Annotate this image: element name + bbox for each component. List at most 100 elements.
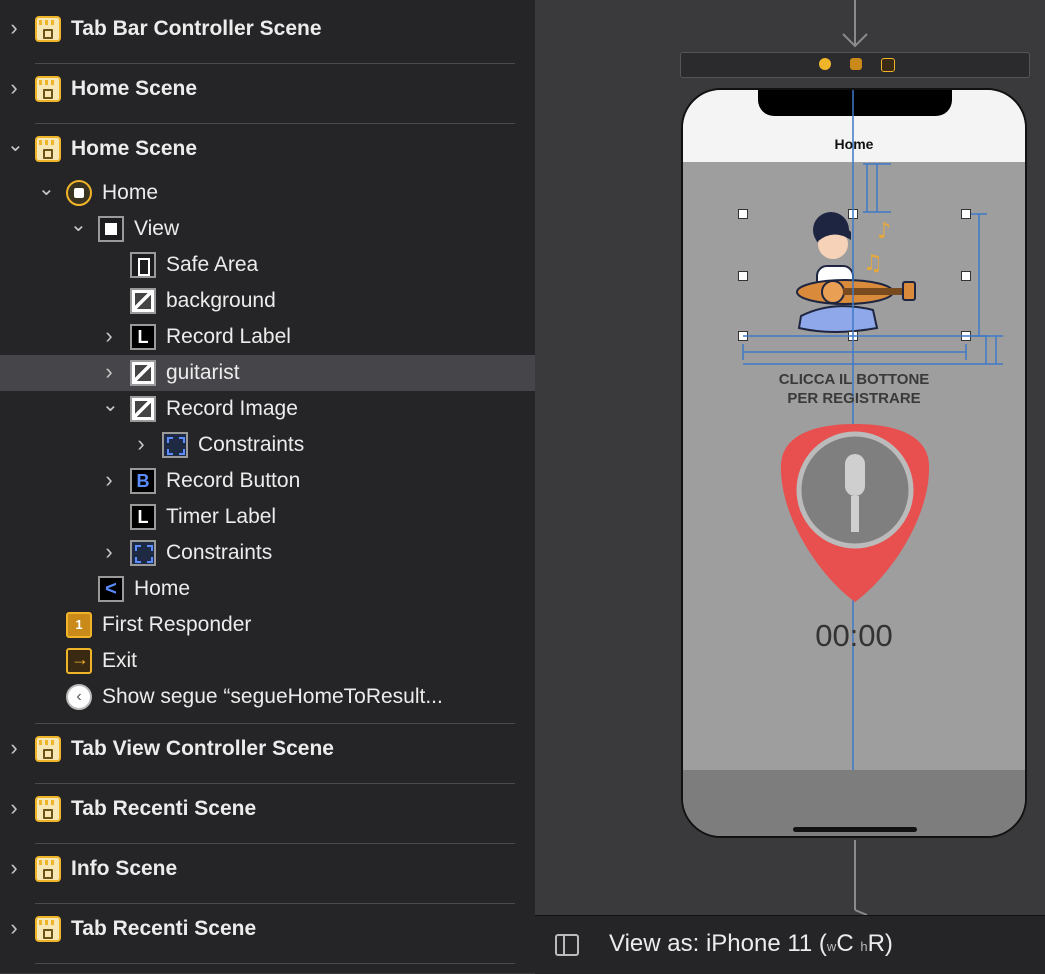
first-responder-icon[interactable] <box>850 58 862 70</box>
scene-icon <box>35 76 61 102</box>
scene-icon <box>35 856 61 882</box>
outline-item[interactable]: ⌄ Home <box>0 175 535 211</box>
toggle-outline-icon[interactable] <box>555 934 579 956</box>
view-icon <box>98 216 124 242</box>
view-as-prefix: View as: iPhone 11 ( <box>609 930 827 957</box>
storyboard-canvas[interactable]: Home ♪ ♫ CLICCA IL BOTTONE PER REGISTRAR… <box>535 0 1045 915</box>
outline-item[interactable]: Exit <box>0 643 535 679</box>
chevron-right-icon[interactable]: › <box>7 17 21 39</box>
outline-item[interactable]: › Tab View Controller Scene <box>0 724 535 774</box>
label-icon: L <box>130 504 156 530</box>
outline-item[interactable]: background <box>0 283 535 319</box>
outline-item-label: Record Button <box>166 469 301 492</box>
height-class-value: R <box>867 930 885 957</box>
chevron-right-icon[interactable]: › <box>102 541 116 563</box>
exit-icon <box>66 648 92 674</box>
outline-separator <box>35 723 515 724</box>
outline-item-label: Home <box>134 577 191 600</box>
scene-icon <box>35 736 61 762</box>
chevron-right-icon[interactable]: › <box>7 737 21 759</box>
outline-item[interactable]: › Tab Recenti Scene <box>0 784 535 834</box>
view-controller-icon <box>66 180 92 206</box>
chevron-down-icon[interactable]: ⌄ <box>38 179 55 200</box>
outline-item[interactable]: ⌄ Record Image <box>0 391 535 427</box>
height-class-label: h <box>860 939 868 954</box>
record-label[interactable]: CLICCA IL BOTTONE PER REGISTRARE <box>683 370 1025 408</box>
label-icon: L <box>130 324 156 350</box>
outline-item[interactable]: › Constraints <box>0 535 535 571</box>
exit-icon[interactable] <box>881 58 895 72</box>
button-icon: B <box>130 468 156 494</box>
outline-item-label: First Responder <box>102 613 252 636</box>
outline-item-label: Timer Label <box>166 505 277 528</box>
outline-item-label: Home Scene <box>71 137 198 160</box>
chevron-right-icon[interactable]: › <box>7 797 21 819</box>
chevron-right-icon[interactable]: › <box>7 917 21 939</box>
outline-item[interactable]: › L Record Label <box>0 319 535 355</box>
outline-item[interactable]: › Tab Recenti Scene <box>0 904 535 954</box>
outline-item-label: Info Scene <box>71 857 178 880</box>
constraints-icon <box>162 432 188 458</box>
outline-item-label: Safe Area <box>166 253 259 276</box>
outline-item-label: Home <box>102 181 159 204</box>
record-button[interactable] <box>777 424 933 604</box>
width-class-label: w <box>826 939 837 954</box>
segue-icon: ‹ <box>66 684 92 710</box>
chevron-right-icon[interactable]: › <box>102 325 116 347</box>
outline-item-label: Exit <box>102 649 138 672</box>
first-responder-icon: 1 <box>66 612 92 638</box>
canvas-bottom-bar: View as: iPhone 11 (wC hR) <box>535 915 1045 974</box>
chevron-right-icon[interactable]: › <box>7 77 21 99</box>
scene-icon <box>35 916 61 942</box>
outline-item-label: View <box>134 217 180 240</box>
outline-item[interactable]: › Info Scene <box>0 844 535 894</box>
image-view-icon <box>130 360 156 386</box>
scene-dock[interactable] <box>680 52 1030 78</box>
image-view-icon <box>130 396 156 422</box>
outline-item-label: Tab Bar Controller Scene <box>71 17 322 40</box>
scene-icon <box>35 16 61 42</box>
tab-bar[interactable] <box>683 770 1025 836</box>
outline-item[interactable]: › Home Scene <box>0 64 535 114</box>
outline-item[interactable]: › guitarist <box>0 355 535 391</box>
home-indicator <box>793 827 917 832</box>
chevron-down-icon[interactable]: ⌄ <box>102 395 119 416</box>
outline-item[interactable]: › Tab Bar Controller Scene <box>0 4 535 54</box>
outline-item-label: Home Scene <box>71 77 198 100</box>
outline-item[interactable]: Safe Area <box>0 247 535 283</box>
outline-item-label: Record Image <box>166 397 298 420</box>
view-as-device-button[interactable]: View as: iPhone 11 (wC hR) <box>609 930 893 958</box>
document-outline: › Tab Bar Controller Scene › Home Scene ⌄ Hom… <box>0 0 535 973</box>
outline-item-label: Constraints <box>198 433 305 456</box>
timer-label[interactable]: 00:00 <box>683 618 1025 654</box>
outline-item[interactable]: › Constraints <box>0 427 535 463</box>
outline-item[interactable]: ⌄ View <box>0 211 535 247</box>
scene-icon <box>35 796 61 822</box>
outline-item-label: Record Label <box>166 325 291 348</box>
constraints-icon <box>130 540 156 566</box>
outline-item[interactable]: ‹ Show segue “segueHomeToResult... <box>0 679 535 715</box>
outline-item[interactable]: ⌄ Home Scene <box>0 124 535 174</box>
outline-item[interactable]: L Timer Label <box>0 499 535 535</box>
outline-item[interactable]: › B Record Button <box>0 463 535 499</box>
chevron-right-icon[interactable]: › <box>102 361 116 383</box>
outline-item-label: guitarist <box>166 361 240 384</box>
iphone-frame: Home ♪ ♫ CLICCA IL BOTTONE PER REGISTRAR… <box>681 88 1027 838</box>
navigation-item-icon: < <box>98 576 124 602</box>
chevron-right-icon[interactable]: › <box>7 857 21 879</box>
outline-item[interactable]: < Home <box>0 571 535 607</box>
outline-item-label: Tab Recenti Scene <box>71 917 257 940</box>
chevron-right-icon[interactable]: › <box>134 433 148 455</box>
outline-item-label: Tab Recenti Scene <box>71 797 257 820</box>
chevron-right-icon[interactable]: › <box>102 469 116 491</box>
view-controller-icon[interactable] <box>819 58 831 70</box>
image-view-icon <box>130 288 156 314</box>
outline-item[interactable]: 1 First Responder <box>0 607 535 643</box>
outline-item-label: Constraints <box>166 541 273 564</box>
outline-separator <box>35 963 515 964</box>
chevron-down-icon[interactable]: ⌄ <box>7 135 24 156</box>
chevron-down-icon[interactable]: ⌄ <box>70 215 87 236</box>
outline-item-label: background <box>166 289 276 312</box>
outline-item-label: Tab View Controller Scene <box>71 737 334 760</box>
view-as-suffix: ) <box>884 930 893 957</box>
